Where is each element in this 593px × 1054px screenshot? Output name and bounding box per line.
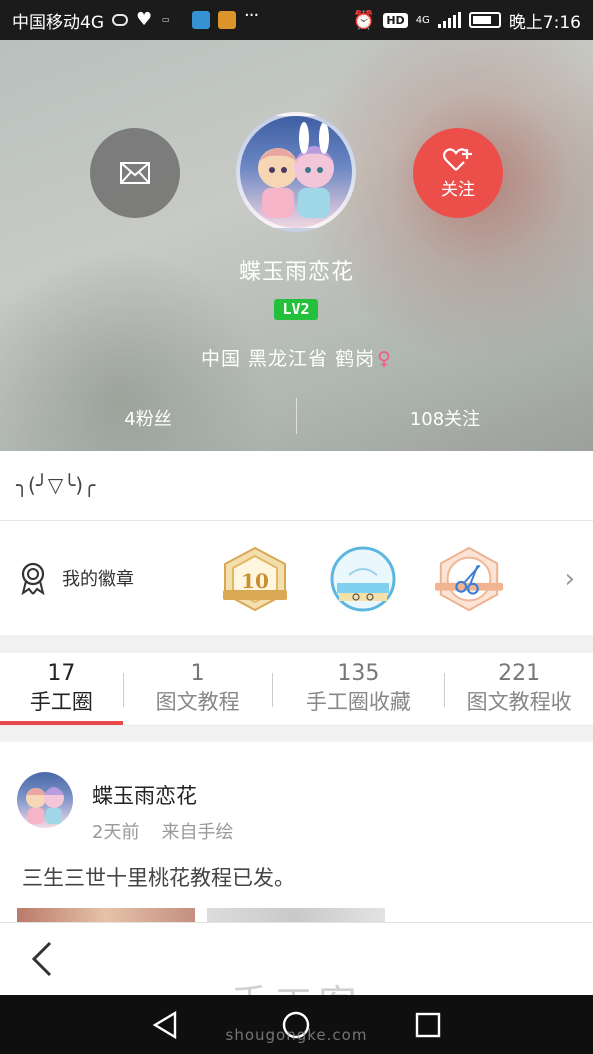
more-notifications-icon: ··· — [244, 5, 259, 26]
badges-title: 我的徽章 — [62, 569, 134, 590]
level-badge: LV2 — [274, 299, 318, 320]
heart-pulse-icon: ♥ — [136, 9, 153, 30]
beach-icon — [330, 546, 396, 612]
tab-label: 手工圈 — [29, 690, 93, 714]
location-province: 黑龙江省 — [248, 348, 329, 370]
profile-stats: 4粉丝 108关注 — [0, 398, 593, 438]
post-text: 三生三世十里桃花教程已发。 — [22, 866, 295, 890]
profile-bio: ╮(╯▽╰)╭ — [0, 451, 593, 521]
header-background — [0, 40, 593, 451]
location-city: 鹤岗 — [335, 348, 376, 370]
clock-label: 晚上7:16 — [508, 12, 581, 33]
status-bar: 中国移动4G ♥ ▭ ··· ⏰ HD 4G 晚上7:16 — [0, 0, 593, 40]
post-image[interactable] — [207, 908, 385, 922]
tab-tutorials[interactable]: 1 图文教程 — [124, 653, 272, 725]
location-country: 中国 — [200, 348, 241, 370]
follow-label: 关注 — [441, 179, 475, 200]
alarm-icon: ⏰ — [352, 9, 376, 31]
cloud-icon — [112, 14, 128, 26]
avatar-illustration — [26, 787, 64, 824]
watermark-url: shougongke.com — [225, 1026, 368, 1044]
post-author-name[interactable]: 蝶玉雨恋花 — [92, 780, 197, 810]
network-label: 4G — [415, 14, 430, 26]
post-meta: 2天前 来自手绘 — [92, 818, 233, 844]
chevron-right-icon[interactable]: › — [565, 564, 575, 594]
post-source: 来自手绘 — [161, 822, 234, 843]
browser-icon — [192, 11, 210, 29]
tab-tutorial-favorites[interactable]: 221 图文教程收 — [445, 653, 593, 725]
post-image[interactable] — [17, 908, 195, 922]
tab-label: 手工圈收藏 — [305, 690, 411, 714]
feed-post[interactable]: 蝶玉雨恋花 2天前 来自手绘 三生三世十里桃花教程已发。 — [0, 742, 593, 922]
female-icon: ♀ — [377, 348, 393, 370]
profile-avatar[interactable] — [236, 112, 356, 232]
tab-count: 135 — [337, 661, 380, 686]
tab-label: 图文教程收 — [466, 690, 572, 714]
badges-row[interactable]: 我的徽章 10 › — [0, 521, 593, 635]
tab-count: 17 — [47, 661, 76, 686]
heart-plus-icon — [443, 147, 472, 171]
hd-icon: HD — [383, 12, 408, 28]
award-ribbon-icon — [21, 562, 45, 595]
section-gap — [0, 726, 593, 742]
chevron-left-icon — [31, 941, 52, 977]
section-gap — [0, 635, 593, 653]
tab-circle-favorites[interactable]: 135 手工圈收藏 — [273, 653, 445, 725]
svg-text:10: 10 — [241, 569, 269, 593]
battery-icon — [468, 12, 501, 28]
signal-icon — [437, 12, 461, 28]
level-10-badge[interactable]: 10 — [219, 543, 291, 615]
profile-header: 关注 蝶玉雨恋花 LV2 中国 黑龙江省 鹤岗 ♀ 4粉丝 108关注 — [0, 40, 593, 451]
envelope-icon — [120, 162, 150, 184]
beach-badge[interactable] — [327, 543, 399, 615]
message-button[interactable] — [90, 128, 180, 218]
profile-location: 中国 黑龙江省 鹤岗 ♀ — [0, 344, 593, 371]
post-author-avatar[interactable] — [17, 772, 73, 828]
following-count[interactable]: 108关注 — [297, 398, 593, 438]
scissors-icon — [434, 546, 504, 612]
profile-tabs: 17 手工圈 1 图文教程 135 手工圈收藏 221 图文教程收 — [0, 653, 593, 726]
app-icon: ▭ — [162, 15, 170, 24]
tab-count: 1 — [190, 661, 205, 686]
hexagon-badge-icon: 10 — [223, 546, 287, 612]
carrier-label: 中国移动4G — [12, 12, 104, 33]
post-time: 2天前 — [92, 822, 140, 843]
profile-username: 蝶玉雨恋花 — [238, 260, 354, 285]
scissors-badge[interactable] — [433, 543, 505, 615]
tab-count: 221 — [498, 661, 541, 686]
tab-label: 图文教程 — [155, 690, 240, 714]
system-nav-bar — [0, 995, 593, 1054]
fans-count[interactable]: 4粉丝 — [0, 398, 296, 438]
player-icon — [218, 11, 236, 29]
follow-button[interactable]: 关注 — [413, 128, 503, 218]
avatar-illustration — [258, 122, 334, 218]
tab-handmade-circle[interactable]: 17 手工圈 — [0, 653, 123, 725]
